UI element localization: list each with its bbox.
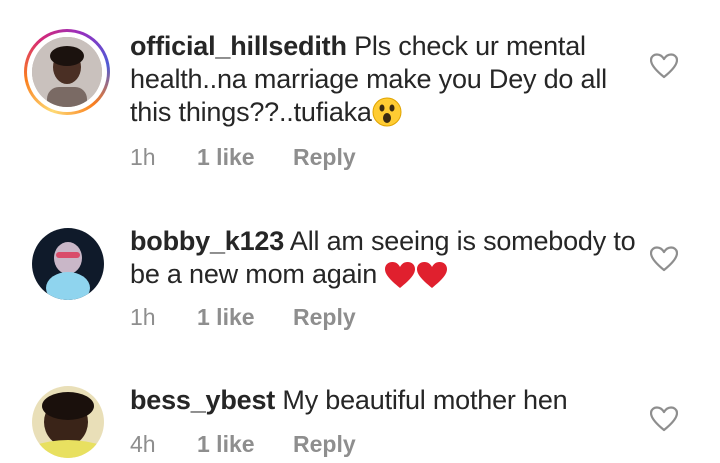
comment-time: 1h: [130, 144, 156, 170]
like-heart-icon[interactable]: [649, 246, 679, 272]
avatar[interactable]: [32, 228, 104, 300]
like-count[interactable]: 1 like: [197, 431, 293, 458]
comment-meta: 4h 1 like Reply: [130, 431, 356, 458]
comment-time: 4h: [130, 431, 156, 457]
like-count[interactable]: 1 like: [197, 304, 293, 331]
reply-button[interactable]: Reply: [293, 144, 356, 171]
avatar[interactable]: [32, 37, 102, 107]
comment-body: My beautiful mother hen: [282, 385, 568, 415]
avatar[interactable]: [32, 386, 104, 458]
comment-username[interactable]: bobby_k123: [130, 226, 284, 256]
comment-username[interactable]: official_hillsedith: [130, 31, 347, 61]
comment-text: bobby_k123 All am seeing is somebody to …: [130, 225, 640, 297]
like-heart-icon[interactable]: [649, 53, 679, 79]
comment-meta: 1h 1 like Reply: [130, 144, 356, 171]
comment-text: bess_ybest My beautiful mother hen: [130, 384, 640, 417]
red-heart-icon: [384, 261, 416, 297]
like-heart-icon[interactable]: [649, 406, 679, 432]
comment-meta: 1h 1 like Reply: [130, 304, 356, 331]
reply-button[interactable]: Reply: [293, 304, 356, 331]
like-count[interactable]: 1 like: [197, 144, 293, 171]
comment-text: official_hillsedith Pls check ur mental …: [130, 30, 640, 135]
comment-username[interactable]: bess_ybest: [130, 385, 275, 415]
reply-button[interactable]: Reply: [293, 431, 356, 458]
red-heart-icon: [416, 261, 448, 297]
astonished-face-icon: [372, 97, 402, 135]
comment-time: 1h: [130, 304, 156, 330]
